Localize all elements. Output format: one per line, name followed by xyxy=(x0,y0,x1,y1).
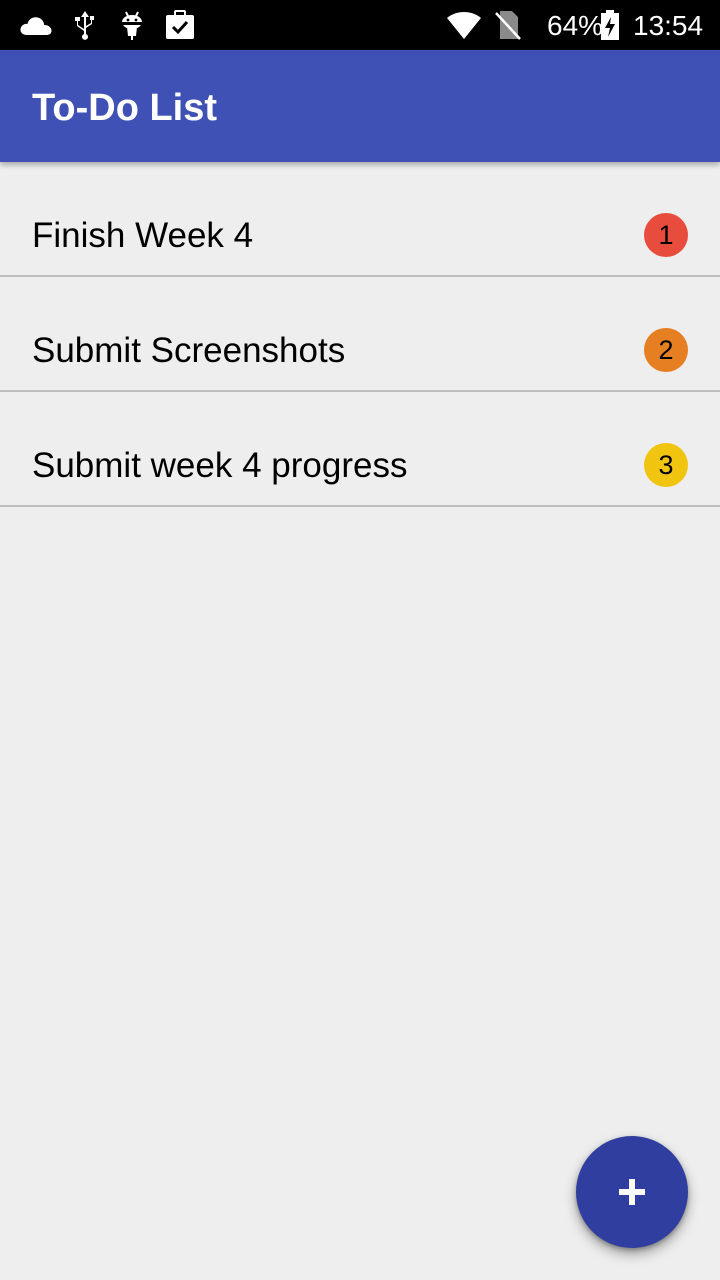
todo-label: Submit week 4 progress xyxy=(32,446,408,485)
priority-badge: 2 xyxy=(644,328,688,372)
status-bar: 64% 13:54 xyxy=(0,0,720,50)
no-sim-icon xyxy=(495,11,521,40)
usb-icon xyxy=(75,11,94,40)
wifi-icon xyxy=(447,12,481,39)
todo-item[interactable]: Submit week 4 progress 3 xyxy=(0,392,720,507)
task-check-icon xyxy=(166,10,194,39)
todo-item[interactable]: Submit Screenshots 2 xyxy=(0,277,720,392)
clock: 13:54 xyxy=(633,10,704,41)
todo-list: Finish Week 4 1 Submit Screenshots 2 Sub… xyxy=(0,162,720,507)
cloud-icon xyxy=(20,17,52,35)
add-todo-button[interactable] xyxy=(576,1136,688,1248)
plus-icon xyxy=(619,1179,645,1205)
todo-label: Submit Screenshots xyxy=(32,331,346,370)
app-bar: To-Do List xyxy=(0,50,720,162)
screen: 64% 13:54 To-Do List Finish Week 4 1 Sub… xyxy=(0,0,720,1280)
todo-label: Finish Week 4 xyxy=(32,216,254,255)
priority-badge: 1 xyxy=(644,213,688,257)
todo-item[interactable]: Finish Week 4 1 xyxy=(0,162,720,277)
battery-percent: 64% xyxy=(547,10,604,41)
priority-badge: 3 xyxy=(644,443,688,487)
battery-charging-icon xyxy=(601,10,619,40)
android-debug-icon xyxy=(122,11,142,40)
app-title: To-Do List xyxy=(32,87,218,129)
